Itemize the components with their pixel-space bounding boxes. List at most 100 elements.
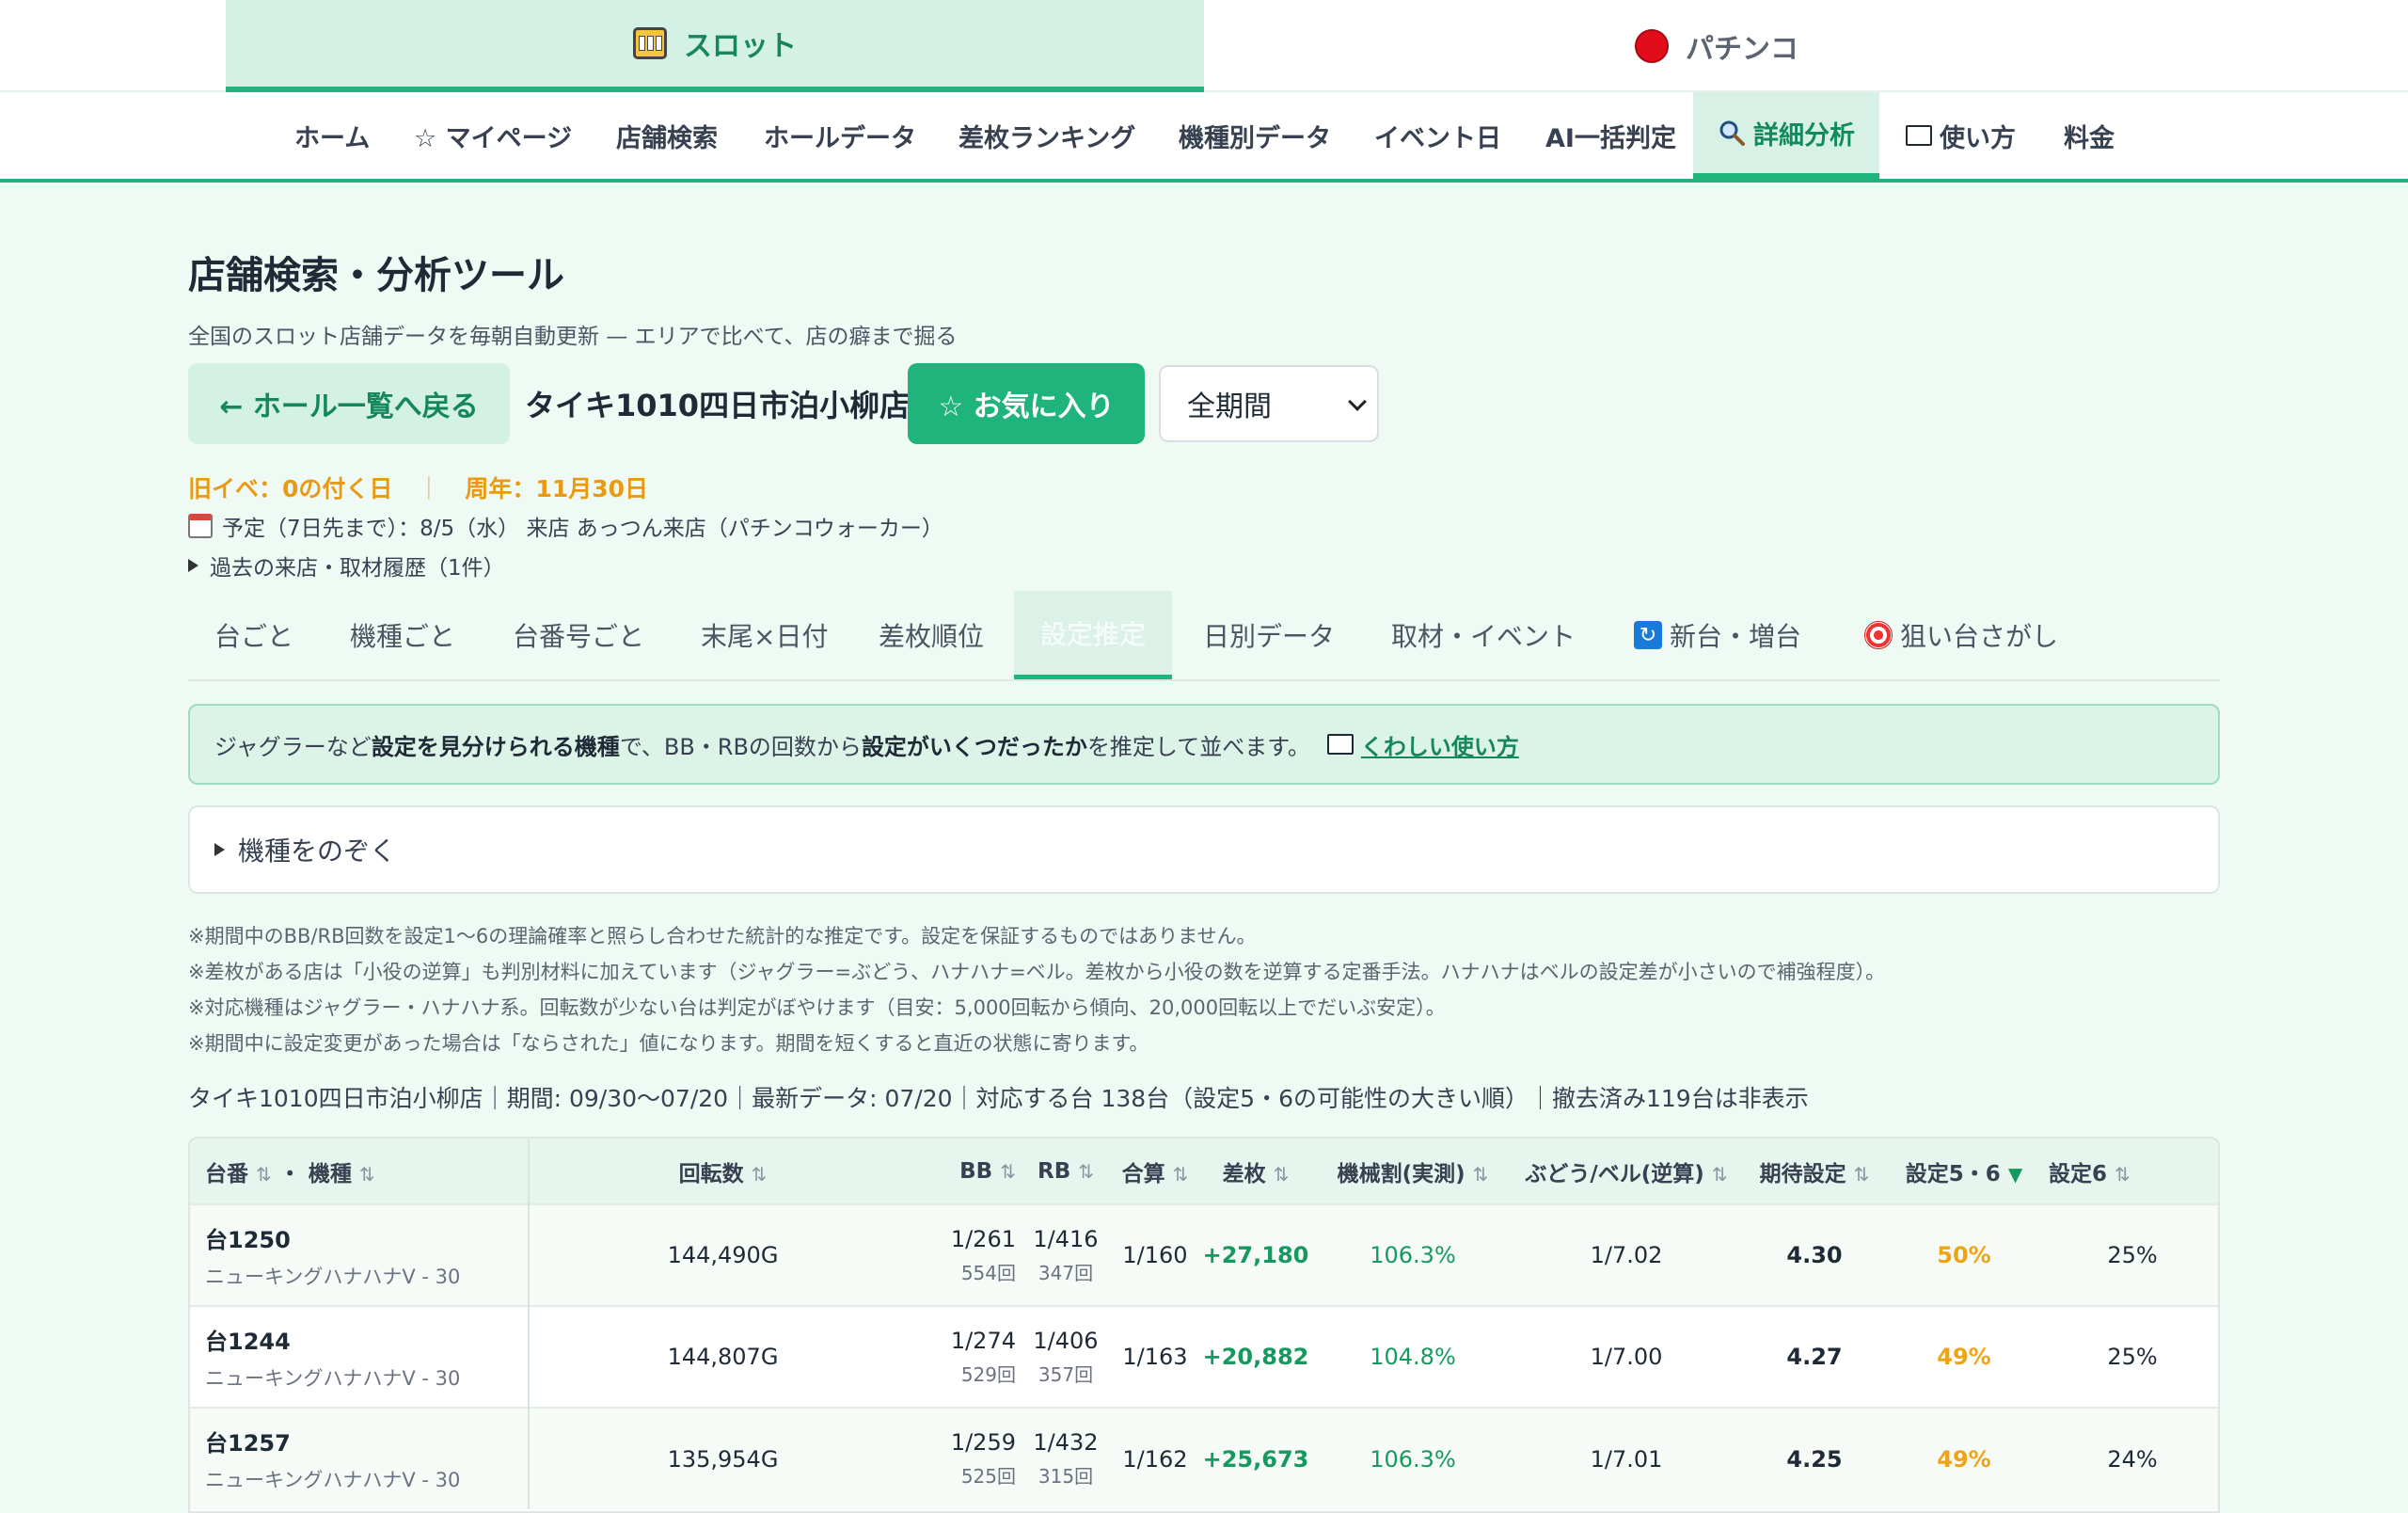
back-to-hall-list-button[interactable]: ← ホール一覧へ戻る	[188, 363, 510, 444]
sort-icon: ⇅	[2115, 1162, 2131, 1186]
tab-diff-rank[interactable]: 差枚順位	[879, 591, 984, 679]
tab-setting-estimate[interactable]: 設定推定	[1014, 591, 1173, 679]
mode-tab-pachinko[interactable]: パチンコ	[1204, 0, 2229, 92]
nav-howto[interactable]: 使い方	[1906, 92, 2016, 179]
th-p56[interactable]: 設定5・6 ▼	[1885, 1139, 2043, 1204]
table-row[interactable]: 台1244 ニューキングハナハナV - 30 144,807G 1/274 529…	[190, 1305, 2218, 1408]
nav-detail[interactable]: 詳細分析	[1693, 92, 1879, 179]
info-bold-2: 設定がいくつだったか	[861, 733, 1087, 760]
favorite-button[interactable]: ☆ お気に入り	[908, 363, 1145, 444]
nav-home[interactable]: ホーム	[294, 92, 370, 179]
tab-new-units[interactable]: ↻ 新台・増台	[1634, 591, 1801, 679]
tab-per-model[interactable]: 機種ごと	[350, 591, 455, 679]
th-payout-label: 機械割(実測)	[1337, 1161, 1465, 1187]
unit-model: ニューキングハナハナV - 30	[205, 1366, 461, 1390]
tab-daily[interactable]: 日別データ	[1203, 591, 1335, 679]
sort-icon: ⇅	[1172, 1162, 1189, 1186]
tab-coverage[interactable]: 取材・イベント	[1391, 591, 1576, 679]
nav-mypage[interactable]: ☆ マイページ	[414, 92, 572, 179]
cell-unit: 台1250 ニューキングハナハナV - 30	[190, 1203, 530, 1306]
pachinko-ball-icon	[1635, 29, 1669, 63]
period-select[interactable]: 全期間	[1159, 365, 1379, 442]
nav-model-data[interactable]: 機種別データ	[1179, 92, 1331, 179]
unit-model: ニューキングハナハナV - 30	[205, 1469, 461, 1491]
cell-diff: +27,180	[1195, 1203, 1317, 1306]
setting-estimate-table: 台番 ⇅ ・ 機種 ⇅ 回転数 ⇅ BB ⇅ RB ⇅ 合算 ⇅ 差枚 ⇅ 機械…	[188, 1137, 2220, 1513]
nav-event-day[interactable]: イベント日	[1374, 92, 1501, 179]
cell-payout: 104.8%	[1317, 1305, 1509, 1408]
th-spins[interactable]: 回転数 ⇅	[529, 1139, 916, 1204]
cell-payout: 106.3%	[1317, 1407, 1509, 1509]
sort-icon: ⇅	[1078, 1159, 1095, 1183]
info-text-1: ジャグラーなど	[214, 733, 372, 760]
table-header-row: 台番 ⇅ ・ 機種 ⇅ 回転数 ⇅ BB ⇅ RB ⇅ 合算 ⇅ 差枚 ⇅ 機械…	[190, 1139, 2218, 1204]
cell-spins: 135,954G	[529, 1407, 916, 1509]
note-4: ※期間中に設定変更があった場合は「ならされた」値になります。期間を短くすると直近…	[188, 1032, 1149, 1055]
cell-diff: +25,673	[1195, 1407, 1317, 1509]
nav-hall-data[interactable]: ホールデータ	[764, 92, 916, 179]
main-content: 店舗検索・分析ツール 全国のスロット店舗データを毎朝自動更新 — エリアで比べて…	[188, 186, 2220, 1513]
th-expected[interactable]: 期待設定 ⇅	[1744, 1139, 1885, 1204]
history-toggle[interactable]: 過去の来店・取材履歴（1件）	[188, 549, 505, 581]
page-title: 店舗検索・分析ツール	[188, 254, 564, 297]
note-2: ※差枚がある店は「小役の逆算」も判別材料に加えています（ジャグラー=ぶどう、ハナ…	[188, 961, 1886, 983]
howto-link[interactable]: くわしい使い方	[1326, 728, 1519, 761]
period-select-value: 全期間	[1187, 390, 1272, 423]
triangle-right-icon	[214, 843, 225, 856]
exclude-models-toggle[interactable]: 機種をのぞく	[188, 805, 2220, 894]
cell-p56: 49%	[1885, 1305, 2043, 1408]
unit-number: 台1257	[205, 1430, 291, 1457]
rb-rate: 1/406	[1033, 1327, 1099, 1354]
rb-count: 315回	[1038, 1465, 1094, 1488]
sort-icon: ⇅	[358, 1162, 375, 1186]
search-icon	[1719, 120, 1745, 146]
page-subtitle: 全国のスロット店舗データを毎朝自動更新 — エリアで比べて、店の癖まで掘る	[188, 325, 958, 349]
th-bb[interactable]: BB ⇅	[916, 1139, 1016, 1204]
summary-line: タイキ1010四日市泊小柳店｜期間: 09/30〜07/20｜最新データ: 07…	[188, 1085, 1809, 1112]
triangle-right-icon	[188, 559, 198, 572]
table-row[interactable]: 台1257 ニューキングハナハナV - 30 135,954G 1/259 525…	[190, 1407, 2218, 1509]
th-expected-label: 期待設定	[1759, 1161, 1846, 1187]
tab-per-number[interactable]: 台番号ごと	[513, 591, 644, 679]
th-diff[interactable]: 差枚 ⇅	[1195, 1139, 1317, 1204]
tab-new-units-label: 新台・増台	[1670, 621, 1802, 652]
bb-count: 529回	[960, 1362, 1016, 1386]
nav-store-search[interactable]: 店舗検索	[616, 92, 718, 179]
info-box: ジャグラーなど 設定を見分けられる機種 で、BB・RBの回数から 設定がいくつだったか…	[188, 704, 2220, 785]
table-row[interactable]: 台1250 ニューキングハナハナV - 30 144,490G 1/261 554…	[190, 1203, 2218, 1306]
cell-total: 1/163	[1116, 1305, 1195, 1408]
th-grape[interactable]: ぶどう/ベル(逆算) ⇅	[1509, 1139, 1744, 1204]
nav-price[interactable]: 料金	[2064, 92, 2115, 179]
bb-rate: 1/274	[950, 1327, 1016, 1354]
tab-per-unit[interactable]: 台ごと	[214, 591, 293, 679]
nav-ai-judge[interactable]: AI一括判定	[1545, 92, 1676, 179]
notes: ※期間中のBB/RB回数を設定1〜6の理論確率と照らし合わせた統計的な推定です。…	[188, 918, 1885, 1061]
nav-ranking[interactable]: 差枚ランキング	[958, 92, 1135, 179]
note-1: ※期間中のBB/RB回数を設定1〜6の理論確率と照らし合わせた統計的な推定です。…	[188, 925, 1257, 948]
tab-tail-date[interactable]: 末尾×日付	[701, 591, 828, 679]
sort-icon: ⇅	[751, 1162, 768, 1186]
cell-rb: 1/406 357回	[1016, 1305, 1116, 1408]
cell-p6: 25%	[2043, 1203, 2218, 1306]
cell-payout: 106.3%	[1317, 1203, 1509, 1306]
th-grape-label: ぶどう/ベル(逆算)	[1525, 1161, 1704, 1187]
th-total-label: 合算	[1121, 1161, 1165, 1187]
cell-spins: 144,490G	[529, 1203, 916, 1306]
th-unit-model[interactable]: 台番 ⇅ ・ 機種 ⇅	[190, 1139, 530, 1204]
sort-icon: ⇅	[256, 1162, 272, 1186]
tab-target[interactable]: 狙い台さがし	[1864, 591, 2058, 679]
refresh-icon: ↻	[1634, 621, 1662, 649]
th-spins-label: 回転数	[678, 1161, 744, 1187]
th-rb[interactable]: RB ⇅	[1016, 1139, 1116, 1204]
unit-model: ニューキングハナハナV - 30	[205, 1265, 461, 1288]
th-p6-label: 設定6	[2049, 1161, 2108, 1187]
th-total[interactable]: 合算 ⇅	[1116, 1139, 1195, 1204]
info-text-3: を推定して並べます。	[1086, 733, 1310, 760]
th-rb-label: RB	[1037, 1158, 1071, 1184]
th-payout[interactable]: 機械割(実測) ⇅	[1317, 1139, 1509, 1204]
action-row: ← ホール一覧へ戻る タイキ1010四日市泊小柳店 ☆ お気に入り 全期間	[188, 363, 2220, 444]
cell-p6: 24%	[2043, 1407, 2218, 1509]
cell-expected: 4.30	[1744, 1203, 1885, 1306]
mode-tab-slot[interactable]: スロット	[226, 0, 1204, 92]
th-p6[interactable]: 設定6 ⇅	[2043, 1139, 2218, 1204]
